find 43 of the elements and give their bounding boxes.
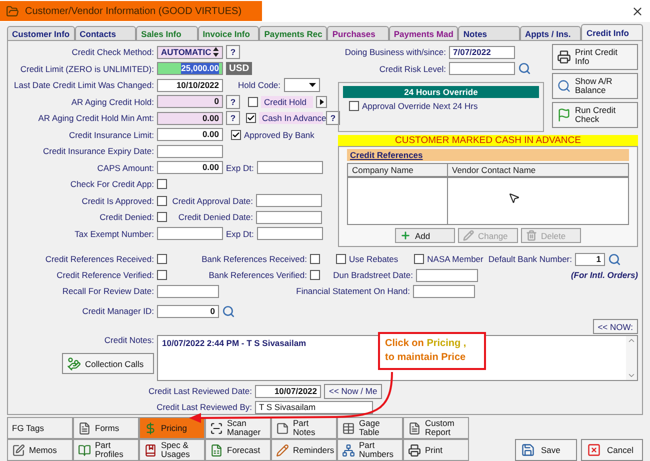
field-label: Credit References Received:	[44, 254, 154, 264]
field-label: Last Date Credit Limit Was Changed:	[13, 80, 154, 90]
checkbox-label: Approved By Bank	[244, 130, 314, 140]
field-label: Exp Dt:	[226, 162, 254, 173]
field-label: Recall For Review Date:	[61, 286, 154, 296]
cash-in-advance-banner: CUSTOMER MARKED CASH IN ADVANCE	[338, 135, 638, 146]
checkbox-label: Use Rebates	[349, 254, 398, 264]
field-label: Credit Last Reviewed Date:	[148, 386, 252, 396]
override-header: 24 Hours Override	[343, 86, 539, 98]
field-label: Credit Insurance Expiry Date:	[42, 146, 154, 156]
checkbox-label: Credit Hold	[261, 96, 313, 108]
field-label: AR Aging Credit Hold:	[70, 96, 154, 107]
note-text: (For Intl. Orders)	[570, 270, 638, 280]
field-label: CAPS Amount:	[96, 162, 154, 173]
field-label: Bank References Verified:	[208, 270, 307, 280]
field-label: AR Aging Credit Hold Min Amt:	[37, 113, 154, 124]
field-label: Credit Is Approved:	[80, 196, 154, 206]
field-label: Credit Reference Verified:	[56, 270, 154, 280]
checkbox-label: Approval Override Next 24 Hrs	[362, 101, 478, 112]
window-title: Customer/Vendor Information (GOOD VIRTUES)	[25, 6, 242, 16]
currency-label: USD	[226, 62, 252, 76]
field-label: Credit Last Reviewed By:	[156, 402, 252, 412]
field-label: Doing Business with/since:	[344, 47, 446, 58]
section-header: Credit References	[347, 149, 629, 161]
field-label: Credit Risk Level:	[378, 64, 446, 74]
field-label: Exp Dt:	[226, 228, 254, 239]
field-label: Tax Exempt Number:	[74, 228, 154, 239]
field-label: Hold Code:	[238, 80, 281, 90]
field-label: Credit Approval Date:	[172, 196, 253, 206]
field-label: Check For Credit App:	[69, 179, 154, 190]
field-label: Credit Manager ID:	[81, 306, 154, 316]
field-label: Bank References Received:	[202, 254, 307, 264]
field-label: Credit Denied Date:	[178, 212, 253, 222]
field-label: Credit Notes:	[104, 335, 154, 345]
field-label: Credit Check Method:	[70, 47, 154, 58]
field-label: Credit Denied:	[98, 212, 154, 222]
annotation-tooltip: Click on Pricing , to maintain Price	[378, 332, 486, 370]
field-label: Credit Insurance Limit:	[68, 130, 154, 140]
field-label: Default Bank Number:	[488, 254, 572, 264]
field-label: Dun Bradstreet Date:	[332, 270, 413, 280]
checkbox-label: NASA Member	[427, 254, 484, 264]
field-label: Financial Statement On Hand:	[295, 286, 410, 296]
field-label: Credit Limit (ZERO is UNLIMITED):	[19, 64, 154, 74]
